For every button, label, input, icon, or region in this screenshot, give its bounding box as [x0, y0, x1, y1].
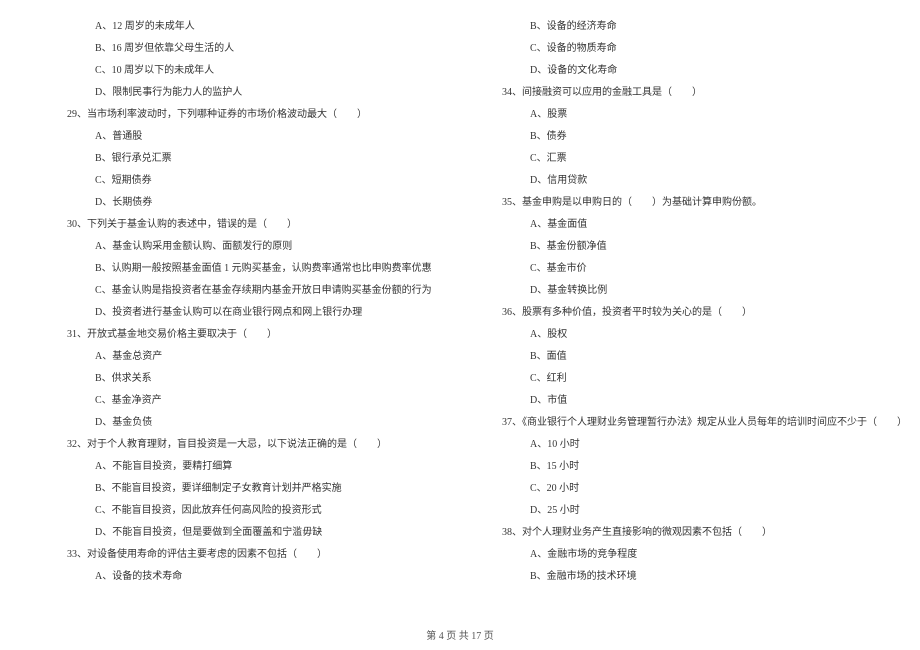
page-footer: 第 4 页 共 17 页 [0, 627, 920, 642]
option-text: D、设备的文化寿命 [530, 64, 860, 78]
option-text: D、市值 [530, 394, 860, 408]
option-text: B、认购期一般按照基金面值 1 元购买基金，认购费率通常也比申购费率优惠 [95, 262, 425, 276]
option-text: A、基金认购采用金额认购、面额发行的原则 [95, 240, 425, 254]
option-text: D、限制民事行为能力人的监护人 [95, 86, 425, 100]
option-text: C、汇票 [530, 152, 860, 166]
question-text: 38、对个人理财业务产生直接影响的微观因素不包括（ ） [502, 526, 860, 540]
option-text: D、投资者进行基金认购可以在商业银行网点和网上银行办理 [95, 306, 425, 320]
option-text: C、基金认购是指投资者在基金存续期内基金开放日申请购买基金份额的行为 [95, 284, 425, 298]
option-text: C、短期债券 [95, 174, 425, 188]
option-text: D、不能盲目投资，但是要做到全面覆盖和宁滥毋缺 [95, 526, 425, 540]
option-text: B、基金份额净值 [530, 240, 860, 254]
question-text: 37、《商业银行个人理财业务管理暂行办法》规定从业人员每年的培训时间应不少于（ … [502, 416, 860, 430]
option-text: B、16 周岁但依靠父母生活的人 [95, 42, 425, 56]
option-text: C、基金市价 [530, 262, 860, 276]
option-text: D、长期债券 [95, 196, 425, 210]
option-text: C、10 周岁以下的未成年人 [95, 64, 425, 78]
option-text: B、15 小时 [530, 460, 860, 474]
question-text: 36、股票有多种价值，投资者平时较为关心的是（ ） [502, 306, 860, 320]
option-text: A、股权 [530, 328, 860, 342]
option-text: A、设备的技术寿命 [95, 570, 425, 584]
page-content: A、12 周岁的未成年人 B、16 周岁但依靠父母生活的人 C、10 周岁以下的… [0, 20, 920, 600]
option-text: B、金融市场的技术环境 [530, 570, 860, 584]
option-text: B、债券 [530, 130, 860, 144]
option-text: C、不能盲目投资，因此放弃任何高风险的投资形式 [95, 504, 425, 518]
option-text: A、股票 [530, 108, 860, 122]
option-text: A、基金总资产 [95, 350, 425, 364]
option-text: B、不能盲目投资，要详细制定子女教育计划并严格实施 [95, 482, 425, 496]
option-text: B、设备的经济寿命 [530, 20, 860, 34]
question-text: 32、对于个人教育理财，盲目投资是一大忌，以下说法正确的是（ ） [67, 438, 425, 452]
option-text: A、普通股 [95, 130, 425, 144]
question-text: 31、开放式基金地交易价格主要取决于（ ） [67, 328, 425, 342]
option-text: D、基金负债 [95, 416, 425, 430]
option-text: D、基金转换比例 [530, 284, 860, 298]
option-text: C、20 小时 [530, 482, 860, 496]
question-text: 29、当市场利率波动时，下列哪种证券的市场价格波动最大（ ） [67, 108, 425, 122]
option-text: C、设备的物质寿命 [530, 42, 860, 56]
option-text: C、红利 [530, 372, 860, 386]
option-text: C、基金净资产 [95, 394, 425, 408]
option-text: D、25 小时 [530, 504, 860, 518]
option-text: D、信用贷款 [530, 174, 860, 188]
option-text: B、面值 [530, 350, 860, 364]
question-text: 35、基金申购是以申购日的（ ）为基础计算申购份额。 [502, 196, 860, 210]
option-text: B、银行承兑汇票 [95, 152, 425, 166]
left-column: A、12 周岁的未成年人 B、16 周岁但依靠父母生活的人 C、10 周岁以下的… [0, 20, 460, 600]
question-text: 30、下列关于基金认购的表述中，错误的是（ ） [67, 218, 425, 232]
option-text: A、12 周岁的未成年人 [95, 20, 425, 34]
question-text: 34、间接融资可以应用的金融工具是（ ） [502, 86, 860, 100]
option-text: A、不能盲目投资，要精打细算 [95, 460, 425, 474]
option-text: B、供求关系 [95, 372, 425, 386]
option-text: A、基金面值 [530, 218, 860, 232]
right-column: B、设备的经济寿命 C、设备的物质寿命 D、设备的文化寿命 34、间接融资可以应… [460, 20, 920, 600]
option-text: A、金融市场的竞争程度 [530, 548, 860, 562]
question-text: 33、对设备使用寿命的评估主要考虑的因素不包括（ ） [67, 548, 425, 562]
option-text: A、10 小时 [530, 438, 860, 452]
